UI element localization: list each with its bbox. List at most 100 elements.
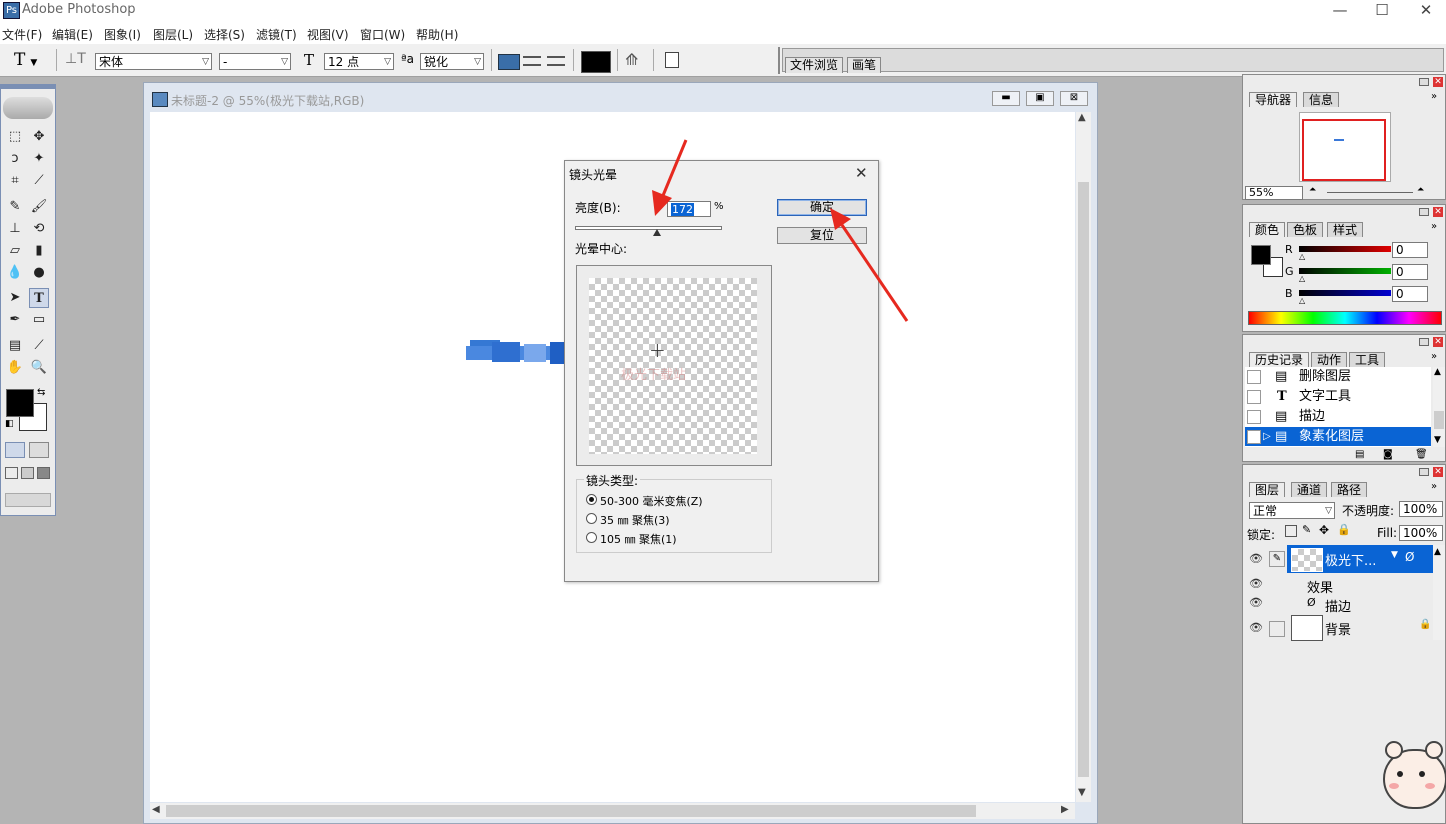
notes-tool-icon[interactable]: ▤	[5, 336, 25, 356]
opacity-input[interactable]: 100%	[1399, 501, 1443, 517]
menu-help[interactable]: 帮助(H)	[416, 26, 458, 43]
type-tool-icon[interactable]: T	[29, 288, 49, 308]
navigator-thumbnail[interactable]	[1299, 112, 1391, 182]
antialias-select[interactable]: 锐化 ▽	[420, 53, 484, 70]
lock-image-icon[interactable]: ✎	[1302, 523, 1311, 536]
channel-b-input[interactable]: 0	[1392, 286, 1428, 302]
new-document-from-state-icon[interactable]: ▤	[1355, 449, 1364, 460]
palette-menu-icon[interactable]: »	[1431, 351, 1437, 362]
zoom-slider[interactable]	[1327, 192, 1413, 193]
menu-image[interactable]: 图象(I)	[104, 26, 141, 43]
horizontal-scroll-thumb[interactable]	[166, 805, 976, 817]
menu-file[interactable]: 文件(F)	[2, 26, 42, 43]
screen-mode-full-icon[interactable]	[37, 467, 50, 479]
history-brush-tool-icon[interactable]: ⟲	[29, 219, 49, 239]
move-tool-icon[interactable]: ✥	[29, 127, 49, 147]
tab-paths[interactable]: 路径	[1331, 482, 1368, 497]
radio-35mm[interactable]	[586, 513, 597, 524]
marquee-tool-icon[interactable]: ⬚	[5, 127, 25, 147]
tab-channels[interactable]: 通道	[1291, 482, 1328, 497]
layer-row[interactable]: 👁 背景 🔒	[1245, 613, 1433, 641]
font-family-select[interactable]: 宋体 ▽	[95, 53, 212, 70]
radio-50-300[interactable]	[586, 494, 597, 505]
font-size-select[interactable]: 12 点 ▽	[324, 53, 394, 70]
history-scroll-thumb[interactable]	[1434, 411, 1444, 429]
palette-menu-icon[interactable]: »	[1431, 91, 1437, 102]
list-item[interactable]: ▷ ▤ 象素化图层	[1245, 427, 1431, 446]
menu-window[interactable]: 窗口(W)	[360, 26, 405, 43]
tab-history[interactable]: 历史记录	[1249, 352, 1310, 367]
well-file-browser[interactable]: 文件浏览	[785, 57, 844, 73]
expand-effects-icon[interactable]: ▼	[1391, 550, 1398, 560]
palette-minimize-icon[interactable]	[1419, 208, 1429, 216]
scroll-up-icon[interactable]: ▲	[1434, 547, 1441, 557]
close-button[interactable]: ✕	[1404, 0, 1446, 22]
flare-center-crosshair-icon[interactable]: +	[649, 338, 666, 362]
slider-marker-icon[interactable]: △	[1299, 274, 1305, 283]
type-tool-preset-icon[interactable]: T ▼	[14, 50, 37, 70]
font-style-select[interactable]: - ▽	[219, 53, 291, 70]
magic-wand-tool-icon[interactable]: ✦	[29, 149, 49, 169]
brush-link-icon[interactable]: ✎	[1269, 551, 1285, 567]
tab-navigator[interactable]: 导航器	[1249, 92, 1298, 107]
layer-style-icon[interactable]: Ø	[1405, 550, 1414, 564]
list-item[interactable]: ▤ 描边	[1245, 407, 1431, 426]
menu-edit[interactable]: 编辑(E)	[52, 26, 93, 43]
minimize-button[interactable]: —	[1318, 0, 1362, 22]
ok-button[interactable]: 确定	[777, 199, 867, 216]
flare-preview-canvas[interactable]: 极光下载站 +	[589, 278, 757, 454]
palettes-toggle-icon[interactable]	[665, 52, 679, 68]
blur-tool-icon[interactable]: 💧	[5, 263, 25, 283]
slider-marker-icon[interactable]: △	[1299, 296, 1305, 305]
healing-brush-tool-icon[interactable]: ✎	[5, 197, 25, 217]
doc-close-button[interactable]: ⊠	[1060, 91, 1088, 106]
scroll-right-icon[interactable]: ▶	[1061, 804, 1069, 815]
navigator-view-box[interactable]	[1302, 119, 1386, 181]
foreground-color-swatch[interactable]	[1251, 245, 1271, 265]
layer-row[interactable]: 👁 ✎ 极光下... ▼ Ø	[1245, 545, 1433, 573]
screen-mode-full-menu-icon[interactable]	[21, 467, 34, 479]
palette-close-icon[interactable]: ✕	[1433, 77, 1443, 87]
photoshop-eye-logo-icon[interactable]	[3, 97, 53, 119]
text-orientation-icon[interactable]: ⊥T	[65, 51, 86, 67]
list-item[interactable]: ▤ 删除图层	[1245, 367, 1431, 386]
palette-close-icon[interactable]: ✕	[1433, 467, 1443, 477]
menu-filter[interactable]: 滤镜(T)	[256, 26, 297, 43]
brightness-input[interactable]: 172	[667, 201, 711, 217]
radio-105mm[interactable]	[586, 532, 597, 543]
brightness-slider-track[interactable]	[575, 226, 722, 236]
eye-icon[interactable]: 👁	[1249, 621, 1263, 634]
maximize-button[interactable]: ☐	[1360, 0, 1404, 22]
palette-close-icon[interactable]: ✕	[1433, 207, 1443, 217]
warp-text-icon[interactable]: ⟰	[625, 50, 638, 69]
zoom-tool-icon[interactable]: 🔍	[29, 358, 49, 378]
pen-tool-icon[interactable]: ✒	[5, 310, 25, 330]
doc-minimize-button[interactable]: ▬	[992, 91, 1020, 106]
channel-r-input[interactable]: 0	[1392, 242, 1428, 258]
layer-link-box[interactable]	[1269, 621, 1285, 637]
delete-state-icon[interactable]: 🗑	[1415, 449, 1428, 460]
layers-scrollbar[interactable]: ▲	[1433, 545, 1445, 640]
foreground-color-swatch[interactable]	[6, 389, 34, 417]
scroll-down-icon[interactable]: ▼	[1434, 435, 1441, 445]
palette-minimize-icon[interactable]	[1419, 78, 1429, 86]
eraser-tool-icon[interactable]: ▱	[5, 241, 25, 261]
brightness-slider-thumb[interactable]	[653, 229, 662, 236]
tab-tools[interactable]: 工具	[1349, 352, 1386, 367]
tab-actions[interactable]: 动作	[1311, 352, 1348, 367]
crop-tool-icon[interactable]: ⌗	[5, 171, 25, 191]
zoom-in-icon[interactable]: ⏶	[1417, 185, 1424, 195]
align-center-icon[interactable]	[523, 56, 541, 66]
layer-stroke-effect-row[interactable]: 👁 Ø 描边	[1245, 594, 1433, 615]
vertical-scroll-thumb[interactable]	[1078, 182, 1089, 777]
vertical-scrollbar[interactable]: ▲ ▼	[1076, 112, 1091, 802]
align-left-icon[interactable]	[498, 54, 520, 70]
menu-select[interactable]: 选择(S)	[204, 26, 245, 43]
clone-stamp-tool-icon[interactable]: ⊥	[5, 219, 25, 239]
gradient-tool-icon[interactable]: ▮	[29, 241, 49, 261]
standard-mode-icon[interactable]	[5, 442, 25, 458]
quick-mask-mode-icon[interactable]	[29, 442, 49, 458]
horizontal-scrollbar[interactable]: ◀ ▶	[150, 803, 1075, 819]
lock-position-icon[interactable]: ✥	[1319, 523, 1329, 537]
blend-mode-select[interactable]: 正常 ▽	[1249, 502, 1335, 519]
